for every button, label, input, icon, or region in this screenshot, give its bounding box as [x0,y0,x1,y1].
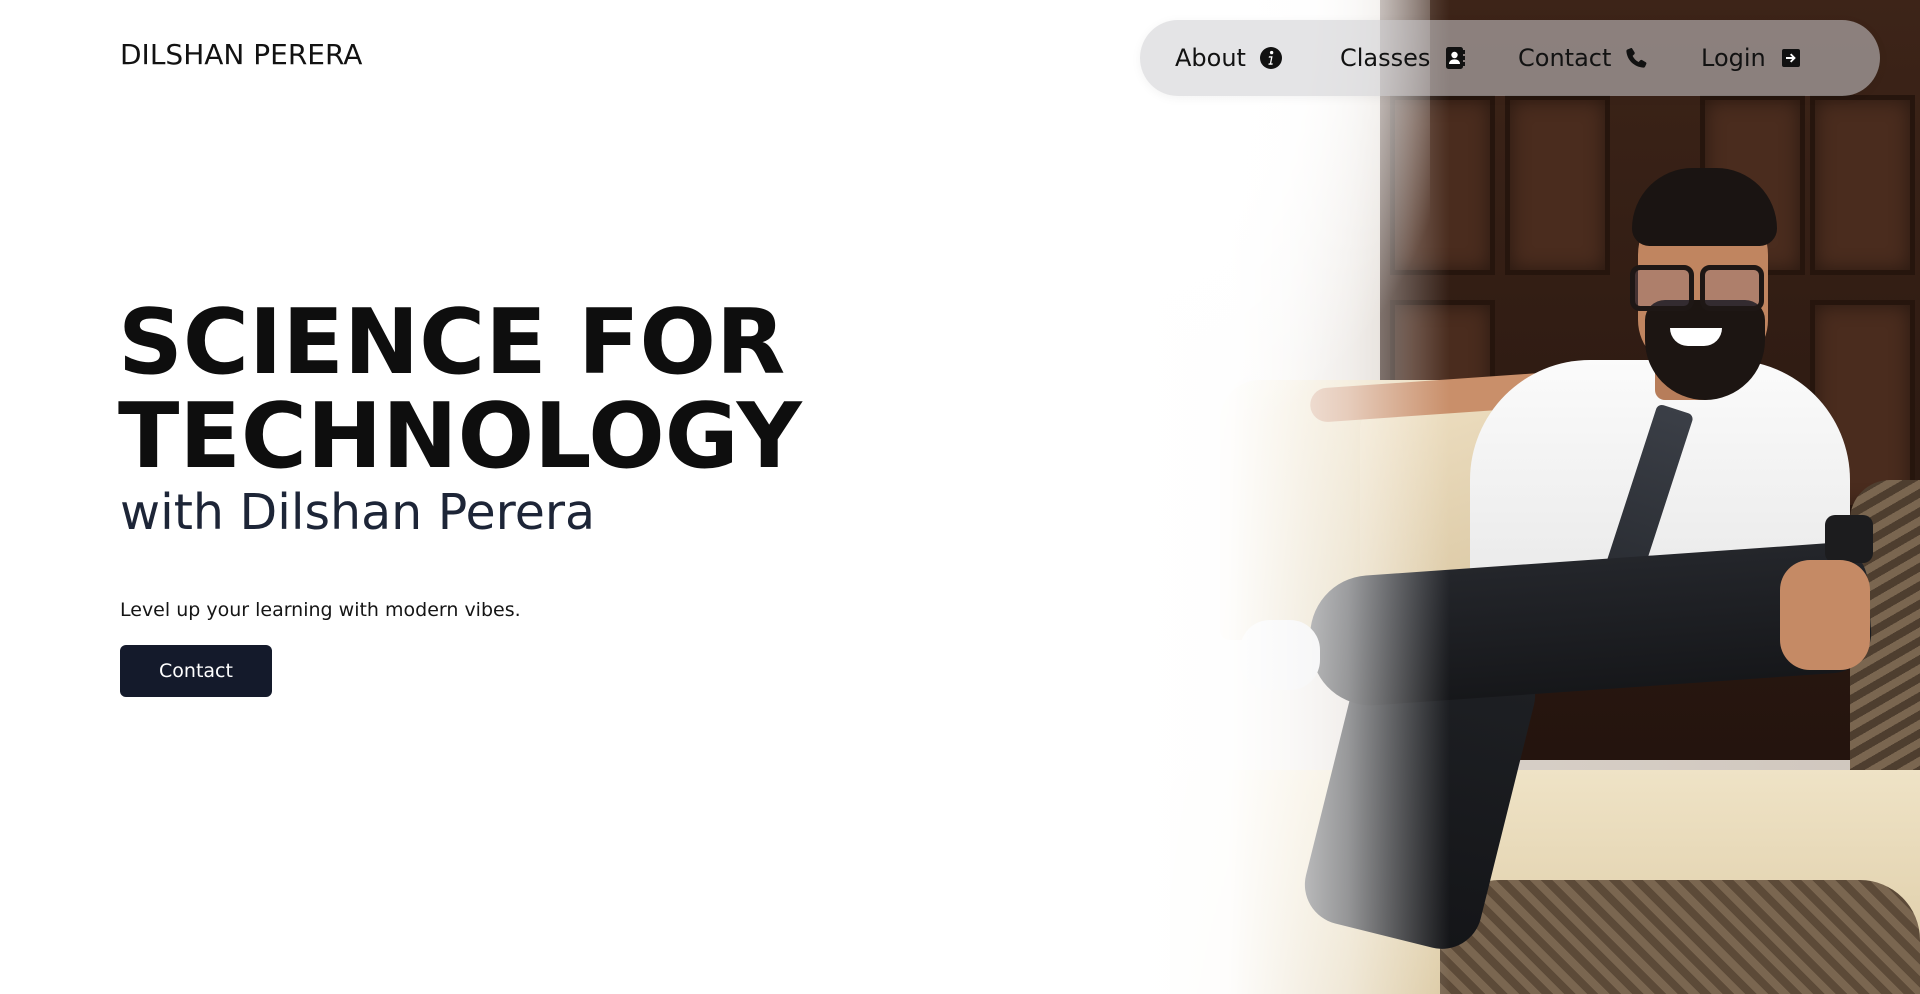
sign-in-icon [1778,45,1804,71]
nav-item-login[interactable]: Login [1701,20,1804,96]
hero-title-line-1: SCIENCE FOR [118,290,786,395]
nav-item-classes[interactable]: Classes [1340,20,1468,96]
person-glasses [1630,265,1770,311]
nav-item-label: Login [1701,44,1766,72]
hero-title-line-2: TECHNOLOGY [118,384,802,489]
hero-photo [1110,0,1920,994]
person-hand [1780,560,1870,670]
hero-subtitle: with Dilshan Perera [120,484,596,541]
sofa-wicker-front [1440,880,1920,994]
landing-page: DILSHAN PERERA About Classes Contact Log… [0,0,1920,994]
hero-title: SCIENCE FOR TECHNOLOGY [118,296,802,484]
hero-tagline: Level up your learning with modern vibes… [120,599,521,621]
contact-button[interactable]: Contact [120,645,272,697]
nav-item-contact[interactable]: Contact [1518,20,1649,96]
main-nav: About Classes Contact Login [1140,20,1880,96]
brand-name[interactable]: DILSHAN PERERA [120,38,362,71]
nav-item-label: About [1175,44,1246,72]
nav-item-about[interactable]: About [1175,20,1284,96]
info-icon [1258,45,1284,71]
nav-item-label: Contact [1518,44,1612,72]
person-watch [1825,515,1873,563]
contact-book-icon [1442,45,1468,71]
nav-item-label: Classes [1340,44,1431,72]
phone-icon [1623,45,1649,71]
